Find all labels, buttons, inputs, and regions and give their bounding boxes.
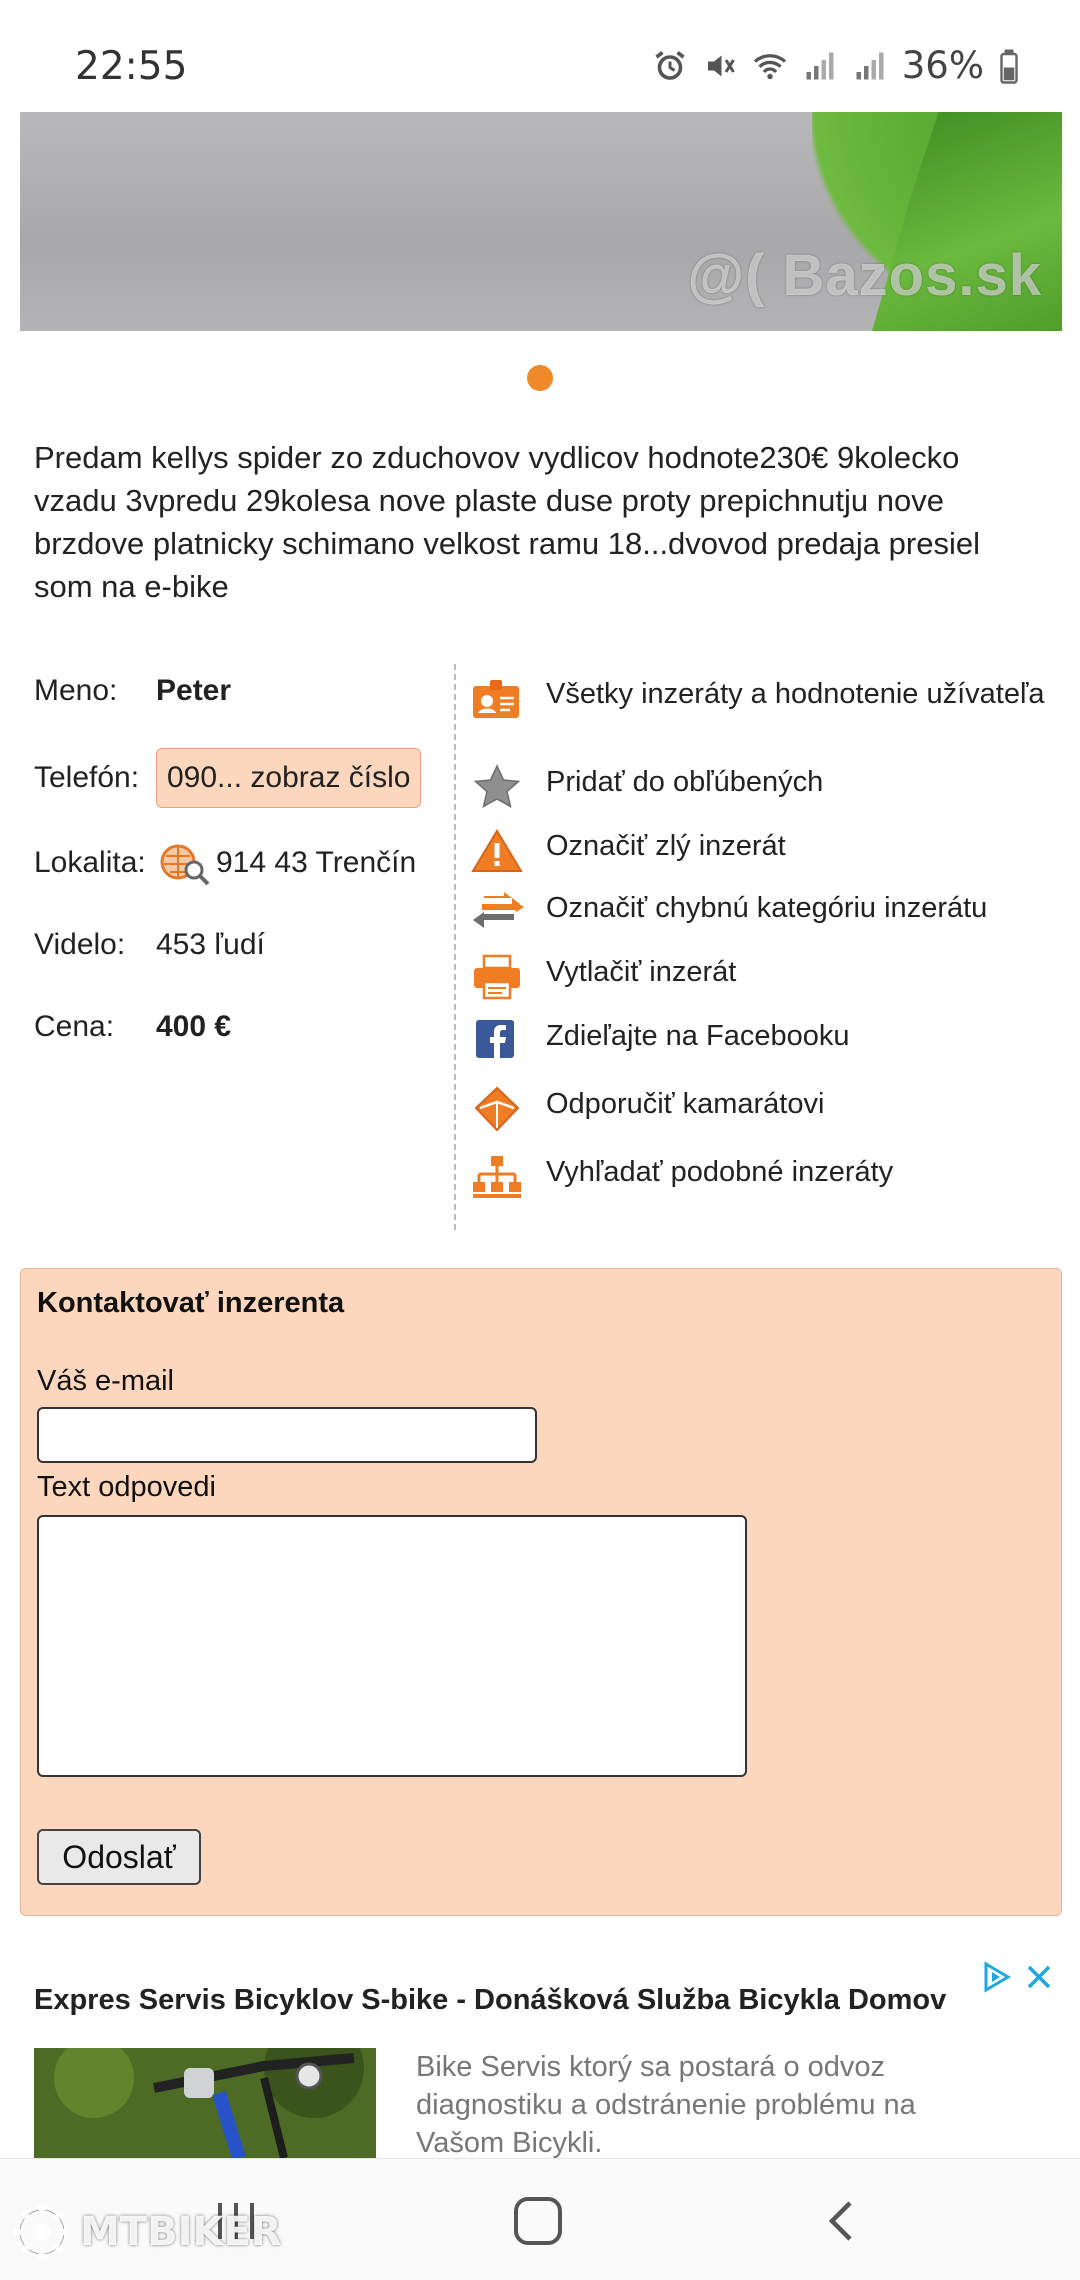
signal-icon <box>856 52 884 79</box>
photo-watermark: @( Bazos.sk <box>687 243 1042 308</box>
action-label: Zdieľajte na Facebooku <box>546 1020 850 1052</box>
ad-title[interactable]: Expres Servis Bicyklov S-bike - Donáškov… <box>34 1984 946 2017</box>
swap-arrows-icon <box>473 892 524 928</box>
wifi-icon <box>753 53 786 79</box>
send-button[interactable]: Odoslať <box>37 1829 201 1885</box>
views-value: 453 ľudí <box>156 928 265 961</box>
detail-label: Cena: <box>34 1010 115 1043</box>
sitemap-icon <box>473 1156 521 1198</box>
status-bar: 22:55 36% <box>0 0 1080 112</box>
envelope-icon <box>474 1086 520 1132</box>
action-add-favorite[interactable]: Pridať do obľúbených <box>470 764 823 810</box>
signal-icon <box>806 52 834 79</box>
action-share-facebook[interactable]: Zdieľajte na Facebooku <box>470 1018 849 1064</box>
ad-image[interactable] <box>34 2048 376 2158</box>
carousel-indicator[interactable] <box>527 365 553 391</box>
action-report-listing[interactable]: Označiť zlý inzerát <box>470 828 786 874</box>
action-all-listings[interactable]: Všetky inzeráty a hodnotenie užívateľa <box>470 676 1045 722</box>
battery-icon <box>1000 49 1018 84</box>
reply-text-area[interactable] <box>37 1515 747 1777</box>
action-label: Vyhľadať podobné inzeráty <box>546 1156 894 1188</box>
back-icon[interactable] <box>820 2197 860 2245</box>
email-label: Váš e-mail <box>37 1365 174 1397</box>
detail-label: Videlo: <box>34 928 126 961</box>
user-card-icon <box>473 680 519 718</box>
printer-icon <box>474 954 520 1000</box>
action-print[interactable]: Vytlačiť inzerát <box>470 954 736 1000</box>
action-label: Pridať do obľúbených <box>546 766 824 798</box>
listing-photo[interactable]: @( Bazos.sk <box>20 112 1062 331</box>
show-phone-button[interactable]: 090... zobraz číslo <box>156 748 422 808</box>
action-label: Označiť chybnú kategóriu inzerátu <box>546 892 988 924</box>
facebook-icon <box>476 1020 514 1058</box>
ad-close-icon[interactable] <box>1022 1960 1056 1994</box>
detail-views: Videlo: 453 ľudí <box>34 928 265 962</box>
status-time: 22:55 <box>75 44 188 89</box>
ad-choices-icon[interactable] <box>980 1960 1014 1994</box>
detail-price: Cena: 400 € <box>34 1010 231 1044</box>
seller-name: Peter <box>156 674 232 707</box>
price-value: 400 € <box>156 1010 232 1043</box>
email-field[interactable] <box>37 1407 537 1463</box>
action-report-category[interactable]: Označiť chybnú kategóriu inzerátu <box>470 890 987 936</box>
action-label: Odporučiť kamarátovi <box>546 1088 825 1120</box>
battery-percent: 36% <box>901 44 984 87</box>
mtbiker-watermark: MTBIKER <box>12 2202 282 2262</box>
location-value: 914 43 Trenčín <box>216 846 417 879</box>
bicycle-handlebar-image <box>34 2048 376 2158</box>
detail-label: Telefón: <box>34 761 140 794</box>
reply-text-label: Text odpovedi <box>37 1471 216 1503</box>
detail-label: Lokalita: <box>34 846 146 879</box>
action-label: Označiť zlý inzerát <box>546 830 786 862</box>
listing-description: Predam kellys spider zo zduchovov vydlic… <box>34 440 980 604</box>
watermark-text: MTBIKER <box>80 2209 282 2255</box>
warning-icon <box>471 829 523 872</box>
divider <box>454 664 456 1230</box>
action-find-similar[interactable]: Vyhľadať podobné inzeráty <box>470 1154 893 1200</box>
home-icon[interactable] <box>514 2197 562 2245</box>
star-icon <box>473 764 521 808</box>
detail-location: Lokalita: 914 43 Trenčín <box>34 840 416 886</box>
gear-logo-icon <box>14 2204 70 2260</box>
action-label: Vytlačiť inzerát <box>546 956 737 988</box>
map-search-icon[interactable] <box>156 840 212 886</box>
detail-name: Meno: Peter <box>34 674 231 708</box>
status-icons: 36% <box>652 44 1020 87</box>
detail-label: Meno: <box>34 674 118 707</box>
action-recommend-friend[interactable]: Odporučiť kamarátovi <box>470 1086 824 1132</box>
detail-phone: Telefón: 090... zobraz číslo <box>34 748 422 808</box>
mute-icon <box>707 55 735 76</box>
ad-text[interactable]: Bike Servis ktorý sa postará o odvoz dia… <box>416 2048 976 2160</box>
contact-form-title: Kontaktovať inzerenta <box>37 1287 345 1319</box>
action-label: Všetky inzeráty a hodnotenie užívateľa <box>546 678 1045 710</box>
contact-form: Kontaktovať inzerenta Váš e-mail Text od… <box>20 1268 1062 1916</box>
alarm-icon <box>655 50 685 80</box>
